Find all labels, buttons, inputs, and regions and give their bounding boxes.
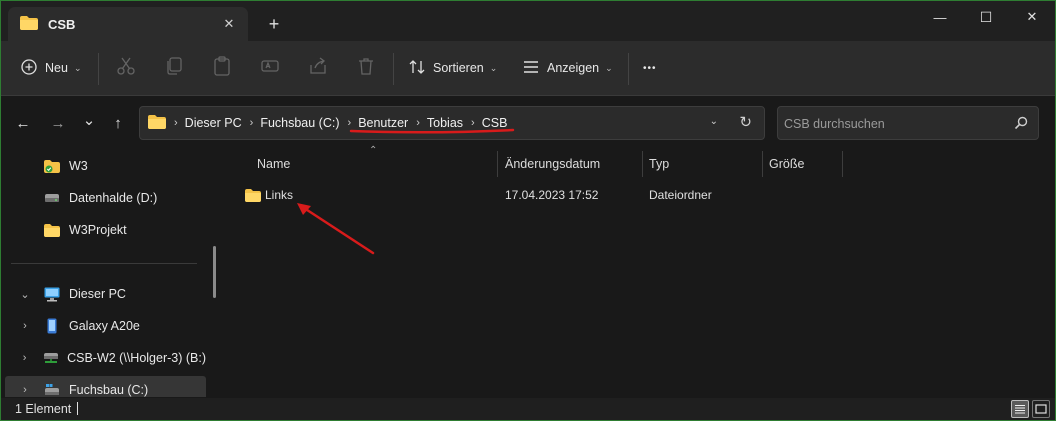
explorer-window: CSB ✕ + — ☐ ✕ Neu ⌄ Sortieren ⌄ Anzeigen…: [0, 0, 1056, 421]
file-modified: 17.04.2023 17:52: [505, 188, 599, 202]
tab-csb[interactable]: CSB ✕: [8, 7, 248, 41]
breadcrumb-separator: ›: [249, 117, 254, 129]
sidebar-item-label: W3: [69, 159, 88, 173]
sort-button[interactable]: Sortieren ⌄: [409, 53, 497, 83]
up-button[interactable]: ↑: [106, 112, 130, 134]
navigation-pane: W3 Datenhalde (D:) W3Projekt ⌄ Dieser PC…: [1, 148, 221, 397]
column-header-name[interactable]: Name: [257, 151, 493, 177]
folder-icon: [245, 182, 261, 208]
sidebar-item-csb-w2[interactable]: › CSB-W2 (\\Holger-3) (B:): [5, 344, 206, 372]
sidebar-item-label: Dieser PC: [69, 287, 126, 301]
column-header-row: ⌃ Name Änderungsdatum Typ Größe: [223, 145, 1055, 177]
paste-icon[interactable]: [212, 56, 234, 78]
search-box[interactable]: [777, 106, 1039, 140]
chevron-right-icon[interactable]: ›: [17, 352, 32, 364]
folder-icon: [43, 222, 61, 238]
system-drive-icon: [43, 382, 61, 397]
chevron-right-icon[interactable]: ›: [17, 320, 33, 332]
copy-icon[interactable]: [164, 56, 186, 78]
view-button[interactable]: Anzeigen ⌄: [523, 53, 613, 83]
sidebar-item-w3projekt[interactable]: W3Projekt: [5, 216, 206, 244]
search-icon[interactable]: [1014, 116, 1028, 133]
annotation-underline: [349, 128, 515, 134]
chevron-down-icon: ⌄: [73, 62, 82, 73]
chevron-right-icon[interactable]: ›: [17, 384, 33, 396]
drive-icon: [43, 190, 61, 206]
folder-icon: [20, 15, 38, 33]
maximize-button[interactable]: ☐: [963, 1, 1009, 33]
breadcrumb-separator: ›: [174, 117, 178, 129]
computer-icon: [43, 286, 61, 302]
sidebar-item-datenhalde[interactable]: Datenhalde (D:): [5, 184, 206, 212]
new-button[interactable]: Neu ⌄: [21, 53, 81, 83]
sidebar-item-dieser-pc[interactable]: ⌄ Dieser PC: [5, 280, 206, 308]
item-count: 1 Element: [15, 402, 72, 416]
refresh-icon[interactable]: ↻: [739, 113, 752, 131]
sidebar-item-label: Galaxy A20e: [69, 319, 140, 333]
tab-title: CSB: [48, 16, 76, 32]
sidebar-divider: [11, 263, 197, 264]
recent-locations-button[interactable]: ⌄: [77, 109, 101, 131]
toolbar-divider: [98, 53, 99, 85]
folder-icon: [148, 114, 166, 132]
sidebar-item-galaxy[interactable]: › Galaxy A20e: [5, 312, 206, 340]
share-icon[interactable]: [308, 56, 330, 78]
plus-circle-icon: [21, 58, 37, 78]
column-resizer[interactable]: [762, 151, 763, 177]
cut-icon[interactable]: [116, 56, 138, 78]
sidebar-item-label: Fuchsbau (C:): [69, 383, 149, 397]
file-name[interactable]: Links: [265, 182, 293, 208]
new-button-label: Neu: [45, 61, 68, 75]
column-header-type[interactable]: Typ: [649, 151, 759, 177]
column-resizer[interactable]: [642, 151, 643, 177]
more-options-button[interactable]: •••: [643, 53, 657, 83]
title-bar: CSB ✕ + — ☐ ✕: [1, 1, 1055, 41]
phone-icon: [43, 318, 61, 334]
tiles-view-icon[interactable]: [1032, 400, 1050, 418]
breadcrumb-fuchsbau[interactable]: Fuchsbau (C:): [260, 116, 339, 130]
toolbar-divider: [393, 53, 394, 85]
chevron-down-icon[interactable]: ⌄: [17, 288, 33, 301]
view-list-icon: [523, 60, 539, 77]
back-button[interactable]: ←: [11, 112, 35, 134]
column-resizer[interactable]: [842, 151, 843, 177]
details-view-icon[interactable]: [1011, 400, 1029, 418]
search-input[interactable]: [784, 115, 1004, 133]
forward-button[interactable]: →: [46, 112, 70, 134]
chevron-down-icon: ⌄: [489, 62, 498, 73]
status-bar: 1 Element: [1, 398, 1055, 420]
column-header-size[interactable]: Größe: [769, 151, 839, 177]
toolbar-divider: [628, 53, 629, 85]
sidebar-item-label: W3Projekt: [69, 223, 127, 237]
view-button-label: Anzeigen: [547, 61, 600, 75]
column-header-modified[interactable]: Änderungsdatum: [505, 151, 639, 177]
sidebar-item-fuchsbau[interactable]: › Fuchsbau (C:): [5, 376, 206, 397]
column-resizer[interactable]: [497, 151, 498, 177]
command-bar: Neu ⌄ Sortieren ⌄ Anzeigen ⌄ •••: [1, 41, 1055, 96]
sort-arrows-icon: [409, 59, 425, 78]
sidebar-item-label: CSB-W2 (\\Holger-3) (B:): [67, 351, 206, 365]
sidebar-item-label: Datenhalde (D:): [69, 191, 158, 205]
breadcrumb-dieser-pc[interactable]: Dieser PC: [185, 116, 242, 130]
folder-check-icon: [43, 158, 61, 174]
minimize-button[interactable]: —: [917, 1, 963, 33]
chevron-down-icon: ⌄: [605, 62, 613, 73]
network-drive-icon: [42, 350, 59, 366]
file-type: Dateiordner: [649, 188, 712, 202]
chevron-down-icon[interactable]: ⌄: [710, 116, 718, 127]
sidebar-item-w3[interactable]: W3: [5, 152, 206, 180]
sort-button-label: Sortieren: [433, 61, 484, 75]
delete-icon[interactable]: [356, 56, 378, 78]
annotation-arrow: [297, 203, 375, 255]
status-divider: [77, 402, 78, 415]
close-tab-icon[interactable]: ✕: [220, 15, 238, 33]
new-tab-button[interactable]: +: [263, 13, 285, 35]
close-window-button[interactable]: ✕: [1009, 1, 1055, 33]
rename-icon[interactable]: [260, 56, 282, 78]
sidebar-scrollbar[interactable]: [213, 246, 216, 298]
